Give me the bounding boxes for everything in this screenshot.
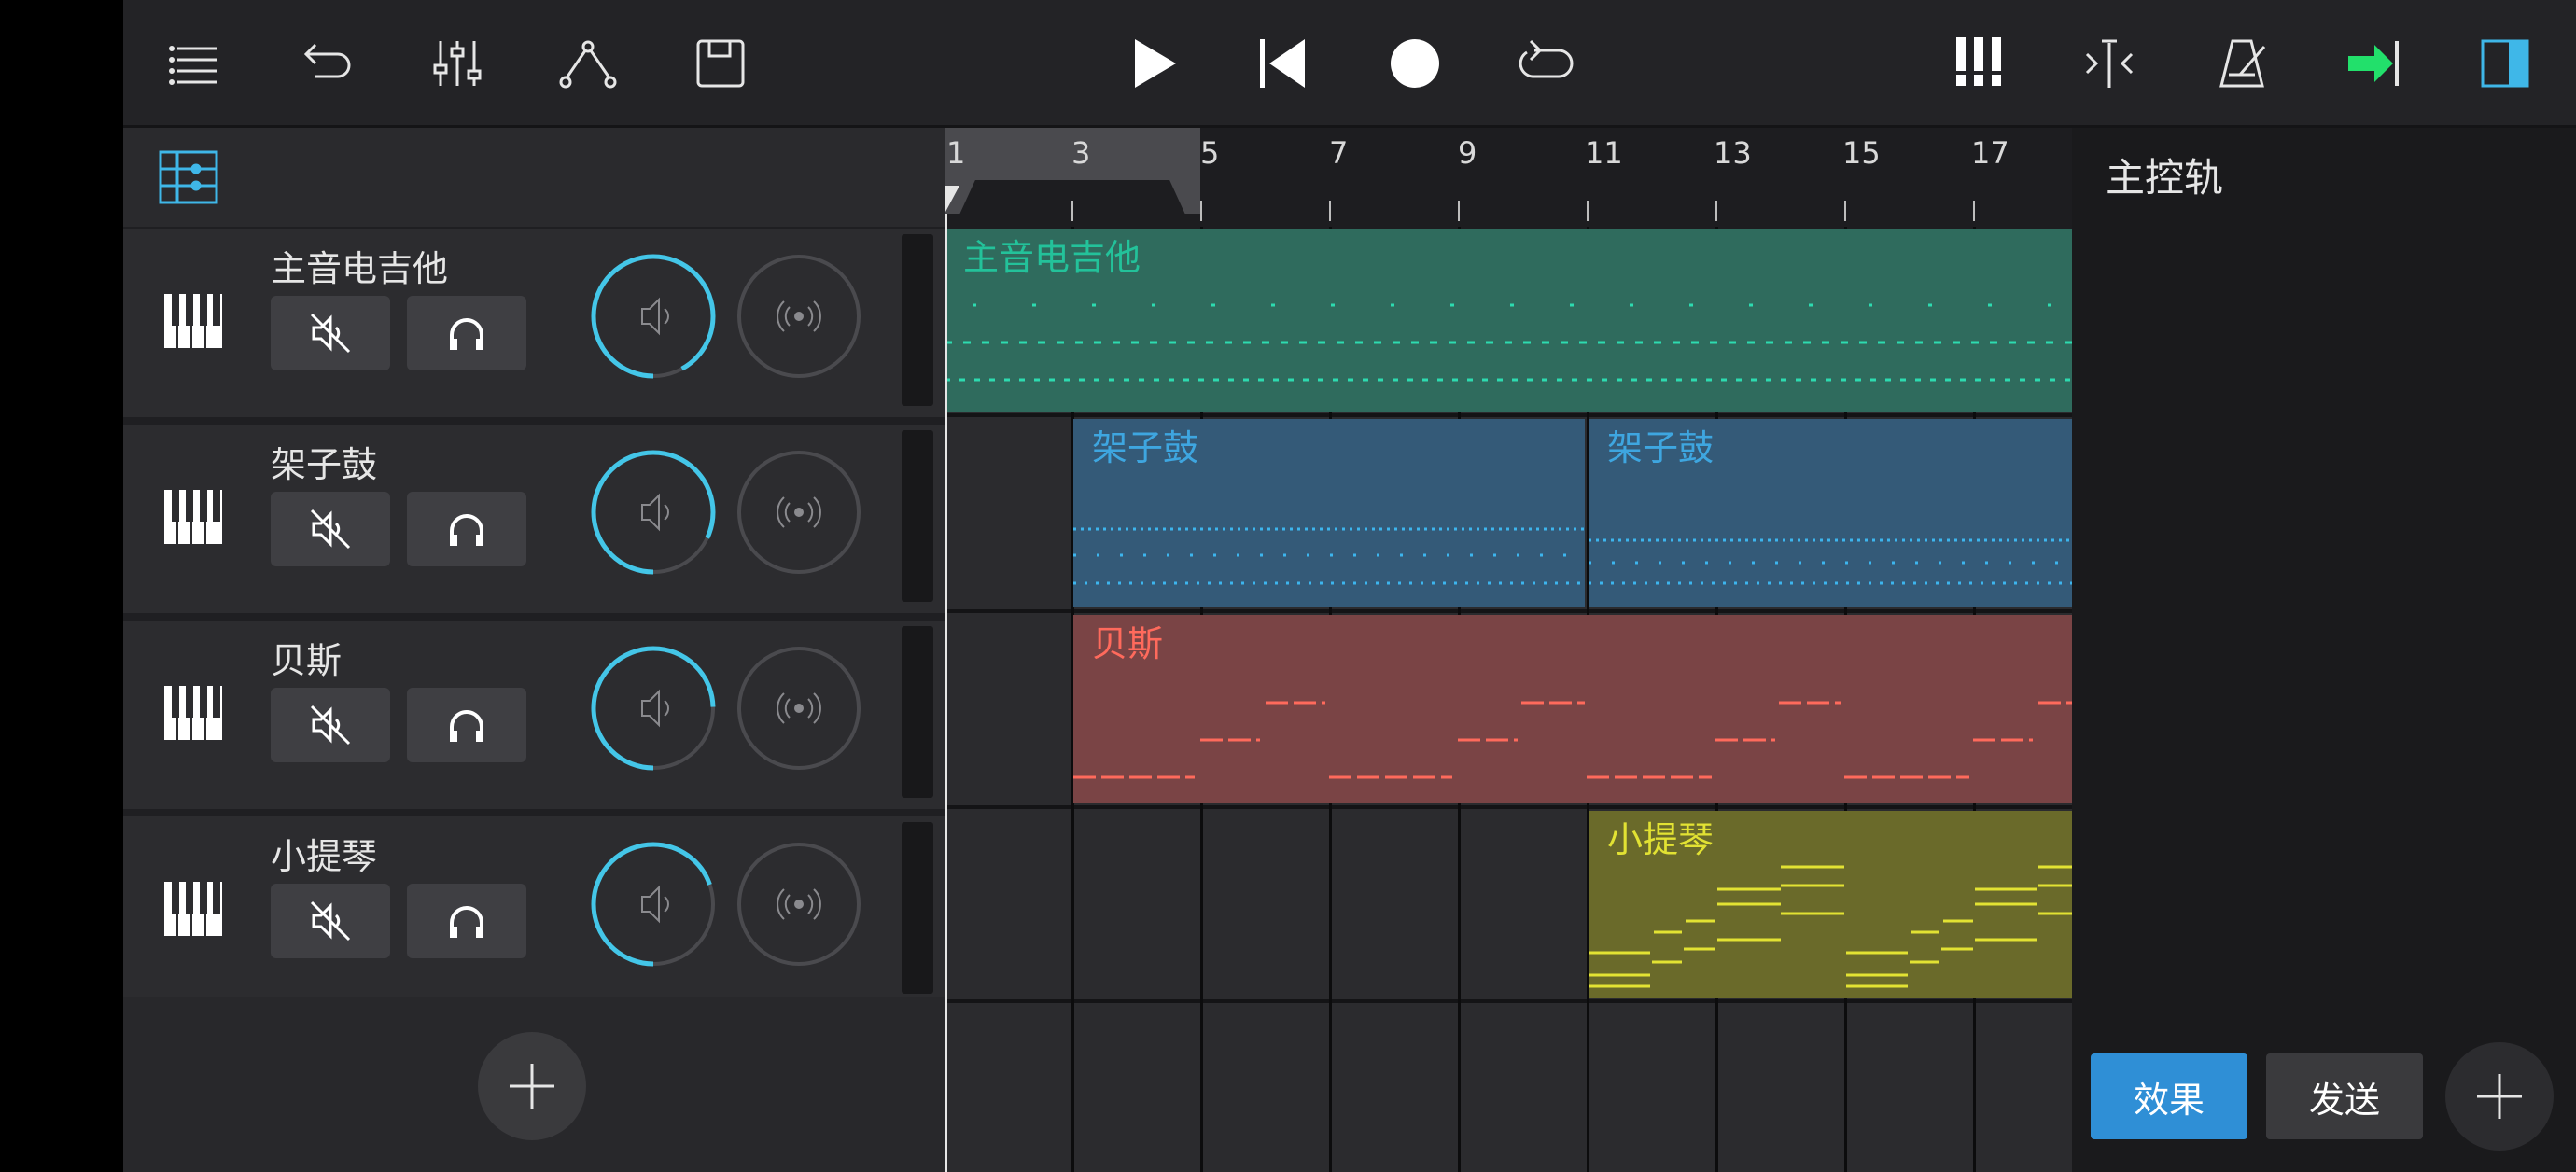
midi-notes bbox=[1589, 865, 2072, 988]
track-row[interactable]: 架子鼓 bbox=[123, 425, 945, 613]
midi-clip[interactable]: 小提琴 bbox=[1589, 811, 2072, 998]
mixer-icon[interactable] bbox=[414, 21, 500, 106]
ruler-label: 1 bbox=[946, 135, 966, 171]
ruler-label: 13 bbox=[1714, 135, 1752, 171]
skip-to-start-icon[interactable] bbox=[1239, 21, 1325, 106]
ruler-label: 5 bbox=[1200, 135, 1220, 171]
track-row[interactable]: 小提琴 bbox=[123, 816, 945, 1005]
midi-clip[interactable]: 架子鼓 bbox=[1589, 419, 2072, 607]
level-meter bbox=[902, 626, 933, 798]
track-list-header bbox=[123, 128, 945, 227]
track-row[interactable]: 主音电吉他 bbox=[123, 229, 945, 417]
timeline-ruler[interactable]: 1 3 5 7 9 11 13 15 17 bbox=[945, 128, 2072, 227]
track-name[interactable]: 小提琴 bbox=[271, 828, 377, 879]
automation-icon[interactable] bbox=[545, 21, 631, 106]
ruler-label: 7 bbox=[1329, 135, 1349, 171]
ruler-tick bbox=[1587, 201, 1589, 221]
ruler-tick bbox=[1329, 201, 1331, 221]
midi-notes bbox=[1589, 538, 2072, 585]
lane-divider bbox=[945, 413, 2072, 417]
track-settings-icon[interactable] bbox=[159, 150, 218, 204]
mute-button[interactable] bbox=[271, 884, 390, 958]
track-name[interactable]: 贝斯 bbox=[271, 632, 342, 683]
track-name[interactable]: 主音电吉他 bbox=[271, 240, 448, 291]
midi-clip[interactable]: 主音电吉他 bbox=[945, 229, 2072, 412]
pan-knob[interactable] bbox=[734, 251, 864, 382]
menu-icon[interactable] bbox=[151, 21, 237, 106]
ruler-tick bbox=[1458, 201, 1460, 221]
split-icon[interactable] bbox=[2066, 21, 2152, 106]
piano-icon[interactable] bbox=[161, 680, 226, 746]
follow-arrow-icon[interactable] bbox=[2330, 21, 2415, 106]
arrangement-timeline[interactable]: 1 3 5 7 9 11 13 15 17 主音电吉他 架子鼓 架子鼓 贝斯 小… bbox=[945, 128, 2072, 1172]
volume-knob[interactable] bbox=[588, 447, 719, 578]
track-name[interactable]: 架子鼓 bbox=[271, 436, 377, 487]
save-icon[interactable] bbox=[678, 21, 763, 106]
level-meter bbox=[902, 822, 933, 994]
effects-button[interactable]: 效果 bbox=[2091, 1053, 2247, 1139]
solo-button[interactable] bbox=[407, 688, 526, 762]
pan-knob[interactable] bbox=[734, 447, 864, 578]
piano-icon[interactable] bbox=[161, 876, 226, 942]
midi-notes bbox=[1073, 701, 2072, 779]
piano-icon[interactable] bbox=[161, 288, 226, 354]
lane-divider bbox=[945, 999, 2072, 1003]
send-button[interactable]: 发送 bbox=[2266, 1053, 2423, 1139]
volume-knob[interactable] bbox=[588, 643, 719, 774]
top-toolbar bbox=[123, 0, 2576, 128]
pan-knob[interactable] bbox=[734, 643, 864, 774]
panel-toggle-icon[interactable] bbox=[2462, 21, 2548, 106]
loop-icon[interactable] bbox=[1503, 21, 1589, 106]
level-meter bbox=[902, 234, 933, 406]
undo-icon[interactable] bbox=[284, 21, 370, 106]
play-icon[interactable] bbox=[1109, 21, 1195, 106]
ruler-tick bbox=[1715, 201, 1717, 221]
level-meter bbox=[902, 430, 933, 602]
mute-button[interactable] bbox=[271, 296, 390, 370]
add-effect-button[interactable] bbox=[2445, 1042, 2554, 1151]
mute-button[interactable] bbox=[271, 688, 390, 762]
ruler-label: 9 bbox=[1458, 135, 1477, 171]
piano-roll-icon[interactable] bbox=[1936, 21, 2022, 106]
ruler-tick bbox=[1200, 201, 1202, 221]
ruler-tick bbox=[1973, 201, 1975, 221]
pan-knob[interactable] bbox=[734, 839, 864, 970]
ruler-tick bbox=[1071, 201, 1073, 221]
metronome-icon[interactable] bbox=[2199, 21, 2285, 106]
track-row[interactable]: 贝斯 bbox=[123, 621, 945, 809]
ruler-label: 11 bbox=[1585, 135, 1623, 171]
solo-button[interactable] bbox=[407, 884, 526, 958]
ruler-label: 17 bbox=[1971, 135, 2009, 171]
add-track-button[interactable] bbox=[478, 1032, 586, 1140]
midi-clip[interactable]: 贝斯 bbox=[1073, 615, 2072, 803]
playhead-line[interactable] bbox=[945, 214, 947, 1172]
daw-app: 主音电吉他 架子鼓 贝斯 小提琴 1 3 5 7 9 11 13 15 17 主… bbox=[123, 0, 2576, 1172]
lane-divider bbox=[945, 805, 2072, 809]
playhead-marker-icon[interactable] bbox=[945, 186, 959, 214]
master-track-panel: 主控轨 效果 发送 bbox=[2072, 128, 2576, 1172]
record-icon[interactable] bbox=[1372, 21, 1458, 106]
mute-button[interactable] bbox=[271, 492, 390, 566]
ruler-label: 3 bbox=[1071, 135, 1091, 171]
volume-knob[interactable] bbox=[588, 251, 719, 382]
midi-notes bbox=[1073, 527, 1585, 585]
panel-title: 主控轨 bbox=[2106, 155, 2224, 201]
midi-notes bbox=[945, 303, 2072, 382]
midi-clip[interactable]: 架子鼓 bbox=[1073, 419, 1585, 607]
ruler-tick bbox=[1844, 201, 1846, 221]
lane-divider bbox=[945, 609, 2072, 613]
volume-knob[interactable] bbox=[588, 839, 719, 970]
piano-icon[interactable] bbox=[161, 484, 226, 550]
ruler-label: 15 bbox=[1842, 135, 1881, 171]
solo-button[interactable] bbox=[407, 296, 526, 370]
solo-button[interactable] bbox=[407, 492, 526, 566]
